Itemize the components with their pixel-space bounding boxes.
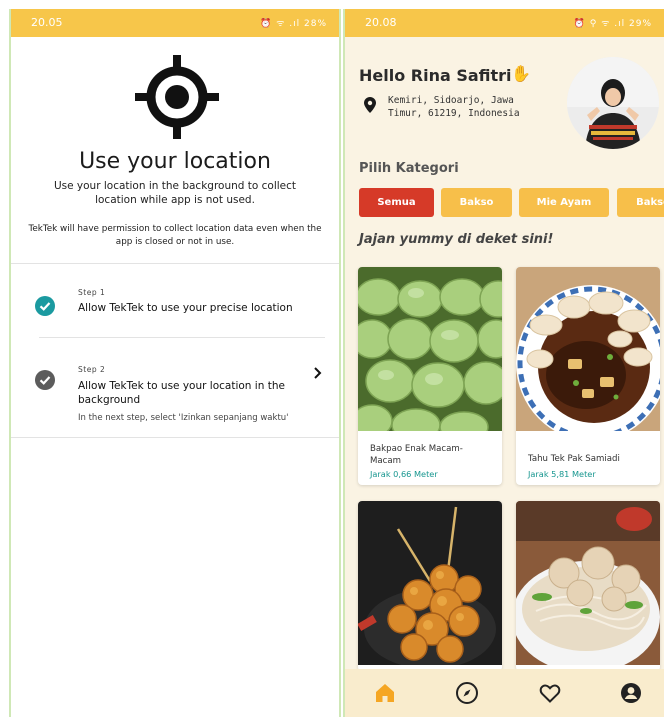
food-name: Bakpao Enak Macam-Macam bbox=[370, 444, 463, 466]
category-chip-bakso[interactable]: Bakso bbox=[441, 188, 512, 217]
location-pin-icon bbox=[364, 97, 376, 113]
step-title: Allow TekTek to use your location in the… bbox=[78, 380, 285, 406]
category-chip-semua[interactable]: Semua bbox=[359, 188, 434, 217]
food-card[interactable] bbox=[516, 501, 660, 671]
food-card[interactable]: Tahu Tek Pak Samiadi Jarak 5,81 Meter bbox=[516, 267, 660, 485]
status-time: 20.05 bbox=[31, 16, 63, 29]
user-address: Kemiri, Sidoarjo, Jawa Timur, 61219, Ind… bbox=[388, 95, 520, 119]
status-icons: ⏰ ᯤ .ıl 28% bbox=[260, 19, 327, 29]
category-chip-bakso-2[interactable]: Bakso bbox=[617, 188, 664, 217]
check-circle-icon bbox=[35, 370, 55, 390]
status-icons: ⏰ ⚲ ᯤ .ıl 29% bbox=[573, 19, 652, 29]
food-distance: Jarak 5,81 Meter bbox=[528, 469, 596, 479]
food-image bbox=[358, 501, 502, 665]
food-distance: Jarak 0,66 Meter bbox=[370, 469, 438, 479]
nearby-section-title: Jajan yummy di deket sini! bbox=[359, 232, 554, 247]
avatar[interactable] bbox=[567, 57, 659, 149]
step-subtitle: In the next step, select 'Izinkan sepanj… bbox=[78, 413, 289, 423]
location-target-icon bbox=[135, 55, 219, 139]
step-2-row[interactable]: Step 2 Allow TekTek to use your location… bbox=[11, 349, 339, 437]
check-circle-icon bbox=[35, 296, 55, 316]
permission-note: TekTek will have permission to collect l… bbox=[28, 224, 322, 247]
bottom-navigation bbox=[345, 669, 664, 717]
page-title: Use your location bbox=[79, 149, 271, 174]
home-icon[interactable] bbox=[373, 681, 397, 705]
chevron-right-icon[interactable] bbox=[313, 367, 323, 379]
heart-icon[interactable] bbox=[538, 681, 562, 705]
location-permission-screen: 20.05 ⏰ ᯤ .ıl 28% Use your location Use … bbox=[9, 9, 341, 717]
step-number: Step 2 bbox=[78, 365, 106, 374]
compass-icon[interactable] bbox=[455, 681, 479, 705]
category-title: Pilih Kategori bbox=[359, 161, 459, 176]
greeting-text: Hello Rina Safitri bbox=[359, 66, 512, 85]
divider bbox=[11, 437, 339, 438]
divider bbox=[11, 263, 339, 264]
food-card[interactable] bbox=[358, 501, 502, 671]
divider bbox=[39, 337, 325, 338]
step-title: Allow TekTek to use your precise locatio… bbox=[78, 302, 293, 314]
waving-hand-icon: ✋ bbox=[511, 64, 531, 83]
status-time: 20.08 bbox=[365, 16, 397, 29]
home-screen: 20.08 ⏰ ⚲ ᯤ .ıl 29% Hello Rina Safitri ✋… bbox=[343, 9, 664, 717]
step-number: Step 1 bbox=[78, 288, 106, 297]
location-description: Use your location in the background to c… bbox=[53, 180, 297, 206]
step-1-row[interactable]: Step 1 Allow TekTek to use your precise … bbox=[11, 269, 339, 337]
category-chip-mie-ayam[interactable]: Mie Ayam bbox=[519, 188, 609, 217]
status-bar: 20.05 ⏰ ᯤ .ıl 28% bbox=[11, 9, 339, 37]
food-name: Tahu Tek Pak Samiadi bbox=[528, 454, 620, 464]
food-image bbox=[358, 267, 502, 431]
category-chips: Semua Bakso Mie Ayam Bakso bbox=[359, 188, 664, 217]
food-card[interactable]: Bakpao Enak Macam-Macam Jarak 0,66 Meter bbox=[358, 267, 502, 485]
status-bar: 20.08 ⏰ ⚲ ᯤ .ıl 29% bbox=[345, 9, 664, 37]
food-image bbox=[516, 267, 660, 431]
profile-icon[interactable] bbox=[619, 681, 643, 705]
food-image bbox=[516, 501, 660, 665]
